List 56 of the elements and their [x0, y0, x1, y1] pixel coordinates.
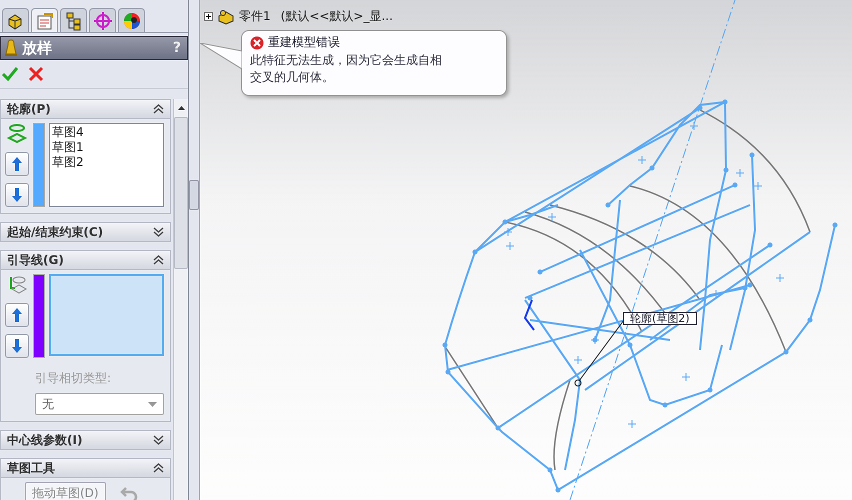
property-sheet-icon: [34, 10, 54, 30]
scroll-up-icon[interactable]: [176, 105, 186, 111]
section-header[interactable]: 草图工具: [1, 459, 170, 477]
profile-icon: [6, 123, 28, 145]
panel-collapse-handle[interactable]: [189, 180, 199, 210]
down-arrow-icon: [11, 338, 23, 354]
bell-icon: [4, 39, 18, 57]
leader-line: [574, 320, 624, 386]
dropdown-arrow-icon[interactable]: [148, 402, 157, 406]
error-icon: [250, 36, 264, 50]
sketch-callout[interactable]: 轮廓(草图2): [623, 312, 697, 325]
panel-title: 放样: [22, 38, 53, 58]
section-title: 引导线(G): [7, 252, 64, 268]
up-arrow-icon: [11, 156, 23, 172]
section-header[interactable]: 引导线(G): [1, 251, 170, 269]
collapse-icon[interactable]: [153, 463, 164, 473]
move-up-button[interactable]: [5, 303, 29, 327]
move-down-button[interactable]: [5, 334, 29, 358]
up-arrow-icon: [11, 307, 23, 323]
section-title: 中心线参数(I): [7, 432, 82, 448]
part-icon: [217, 8, 235, 24]
expand-icon[interactable]: [153, 227, 164, 237]
section-header[interactable]: 轮廓(P): [1, 100, 170, 118]
section-header[interactable]: 中心线参数(I): [1, 431, 170, 449]
down-arrow-icon: [11, 187, 23, 203]
error-title: 重建模型错误: [268, 34, 340, 51]
tree-icon: [64, 10, 84, 30]
section-title: 草图工具: [7, 460, 55, 476]
move-up-button[interactable]: [5, 152, 29, 176]
expand-icon[interactable]: [153, 435, 164, 445]
panel-tab[interactable]: [60, 8, 87, 32]
checkmark-icon[interactable]: [2, 66, 18, 82]
section-title: 起始/结束约束(C): [7, 224, 104, 240]
collapse-icon[interactable]: [153, 104, 164, 114]
scrollbar-thumb[interactable]: [174, 117, 188, 269]
error-message: 此特征无法生成，因为它会生成自相交叉的几何体。: [250, 52, 443, 86]
tangency-dropdown[interactable]: 无: [35, 393, 164, 415]
color-wheel-icon: [122, 10, 142, 30]
section-title: 轮廓(P): [7, 100, 51, 118]
tangency-label: 引导相切类型:: [35, 370, 112, 387]
scrollbar[interactable]: [173, 99, 188, 500]
expand-icon[interactable]: [204, 12, 213, 21]
panel-tab[interactable]: [2, 8, 29, 32]
list-item[interactable]: 草图2: [52, 155, 161, 170]
panel-tab[interactable]: [118, 8, 145, 32]
move-down-button[interactable]: [5, 183, 29, 207]
collapse-icon[interactable]: [153, 255, 164, 265]
cross-icon[interactable]: [28, 66, 44, 82]
list-item[interactable]: 草图4: [52, 125, 161, 140]
part-name[interactable]: 零件1: [239, 8, 271, 25]
section-header[interactable]: 起始/结束约束(C): [1, 223, 170, 241]
selection-list[interactable]: 草图4 草图1 草图2: [49, 123, 164, 207]
crosshair-icon: [92, 10, 112, 30]
list-item[interactable]: 草图1: [52, 140, 161, 155]
panel-tab[interactable]: [31, 8, 58, 32]
configuration-name: (默认<<默认>_显...: [280, 8, 393, 25]
